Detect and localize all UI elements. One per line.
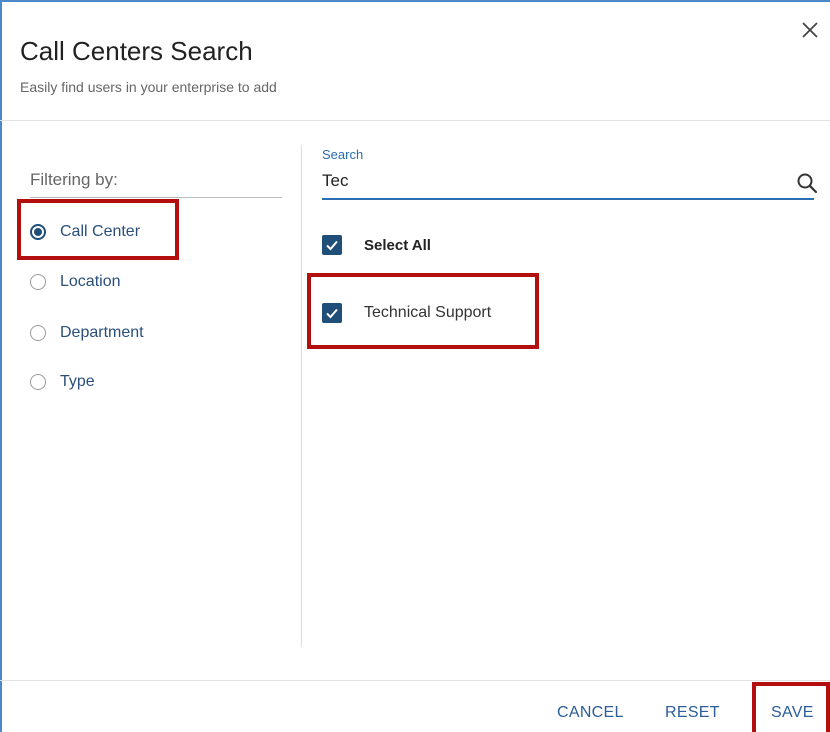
filter-option-type[interactable]: Type [30,368,95,396]
column-divider [301,145,302,647]
radio-unselected-icon [30,374,46,390]
filter-option-label: Type [60,373,95,390]
header-divider [0,120,830,121]
radio-selected-icon [30,224,46,240]
search-input[interactable] [322,166,772,196]
select-all-checkbox[interactable]: Select All [322,235,431,255]
filter-option-location[interactable]: Location [30,268,121,296]
dialog-header: Call Centers Search Easily find users in… [0,0,830,120]
result-item-technical-support[interactable]: Technical Support [322,303,491,323]
result-item-label: Technical Support [364,304,492,321]
search-label: Search [322,147,364,162]
footer-divider [0,680,830,681]
filter-underline [30,197,282,198]
cancel-button[interactable]: CANCEL [557,704,624,722]
close-icon[interactable] [798,18,822,42]
dialog-title: Call Centers Search [20,36,253,66]
radio-unselected-icon [30,325,46,341]
search-underline [322,198,814,200]
reset-button[interactable]: RESET [665,704,720,722]
filter-option-department[interactable]: Department [30,319,144,347]
filter-option-label: Call Center [60,223,141,240]
dialog-subtitle: Easily find users in your enterprise to … [20,79,277,95]
checkbox-checked-icon [322,235,342,255]
filter-option-label: Department [60,324,144,341]
radio-unselected-icon [30,274,46,290]
filter-option-call-center[interactable]: Call Center [30,218,140,246]
save-button[interactable]: SAVE [771,704,814,722]
checkbox-checked-icon [322,303,342,323]
filter-label: Filtering by: [30,170,118,189]
search-icon[interactable] [796,172,818,194]
select-all-label: Select All [364,236,431,254]
filter-option-label: Location [60,273,121,290]
